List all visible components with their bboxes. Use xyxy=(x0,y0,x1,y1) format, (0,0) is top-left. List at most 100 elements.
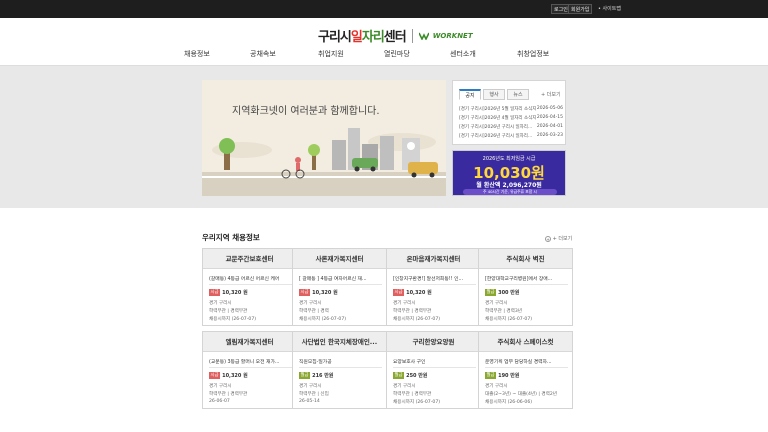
job-location: 경기 구리시 xyxy=(393,301,416,306)
job-description[interactable]: (갈매동) 4등급 어르신 어르신 케어 xyxy=(209,275,293,282)
jobs-more-link[interactable]: + + 더보기 xyxy=(545,235,572,242)
tab-notice[interactable]: 공지 xyxy=(459,89,481,100)
job-requirements: 학력무관 | 경력무관 xyxy=(209,392,248,397)
job-requirements: 학력무관 | 경력 xyxy=(299,309,329,314)
job-pay: 월급 190 만원 xyxy=(485,372,519,379)
pay-type-badge: 월급 xyxy=(299,372,311,379)
job-pay: 시급 10,320 원 xyxy=(209,289,248,296)
job-location: 경기 구리시 xyxy=(299,301,322,306)
job-location: 경기 구리시 xyxy=(299,384,322,389)
sitemap-link[interactable]: • 사이트맵 xyxy=(598,4,621,14)
divider xyxy=(393,284,476,285)
tab-events[interactable]: 행사 xyxy=(483,89,505,100)
section-title: 우리지역 채용정보 xyxy=(202,233,260,242)
notice-item[interactable]: [경기 구리시]2026년 구리시 일자리... 2026-04-01 xyxy=(459,124,563,130)
pay-type-badge: 시급 xyxy=(299,289,311,296)
job-company[interactable]: 교문주간보호센터 xyxy=(203,249,296,269)
pay-amount: 190 만원 xyxy=(498,373,520,379)
pay-type-badge: 월급 xyxy=(393,372,405,379)
job-description[interactable]: (교문동) 3등급 할머니 오전 재가... xyxy=(209,358,293,365)
job-deadline: 채용시까지 (26-07-07) xyxy=(299,317,347,322)
job-pay: 월급 300 만원 xyxy=(485,289,519,296)
job-description[interactable]: 직원모집-일가공 xyxy=(299,358,383,365)
pay-type-badge: 월급 xyxy=(485,289,497,296)
job-card[interactable]: 주식회사 스페이스컷운영기획 업무 담당하실 경력자... 월급 190 만원경기 … xyxy=(478,331,573,409)
job-company[interactable]: 사단법인 한국지체장애인... xyxy=(293,332,386,352)
pay-amount: 216 만원 xyxy=(312,373,334,379)
nav-item-employment-support[interactable]: 취업지원 xyxy=(318,49,344,59)
job-card[interactable]: 엘림재가복지센터 (교문동) 3등급 할머니 오전 재가... 시급 10,320 원… xyxy=(202,331,297,409)
job-requirements: 학력무관 | 신입 xyxy=(299,392,329,397)
worknet-logo-icon xyxy=(418,32,429,40)
pay-amount: 10,320 원 xyxy=(222,290,248,296)
notice-more-link[interactable]: + 더보기 xyxy=(541,91,561,98)
promo-heading: 2026년도 최저임금 시급 xyxy=(482,156,536,162)
pay-amount: 10,320 원 xyxy=(406,290,432,296)
job-location: 경기 구리시 xyxy=(209,384,232,389)
job-description[interactable]: [인창지구환경!] 알선저희동!! 인... xyxy=(393,275,477,282)
job-requirements: 대졸(2~3년) ~ 대졸(4년) | 경력2년 xyxy=(485,392,557,397)
pay-type-badge: 월급 xyxy=(485,372,497,379)
job-card[interactable]: 교문주간보호센터 (갈매동) 4등급 어르신 어르신 케어시급 10,320 원경기… xyxy=(202,248,297,326)
pay-amount: 10,320 원 xyxy=(312,290,338,296)
job-deadline: 26-06-07 xyxy=(209,399,230,404)
job-deadline: 채용시까지 (26-07-07) xyxy=(393,400,441,405)
divider xyxy=(485,367,568,368)
job-company[interactable]: 사론재가복지센터 xyxy=(293,249,386,269)
promo-monthly: 월 환산액 2,096,270원 xyxy=(476,182,542,189)
nav-item-jobs[interactable]: 채용정보 xyxy=(184,49,210,59)
job-location: 경기 구리시 xyxy=(485,384,508,389)
pay-amount: 300 만원 xyxy=(498,290,520,296)
logo-text: 구리시일자리센터 xyxy=(318,30,407,45)
job-company[interactable]: 구리한양요양원 xyxy=(387,332,480,352)
main-nav: 채용정보 공채속보 취업지원 열린마당 센터소개 취창업정보 xyxy=(0,49,768,63)
job-description[interactable]: [한양대학교구리병원]에서 장애... xyxy=(485,275,569,282)
notice-item[interactable]: [경기 구리시]2026년 구리시 일자리... 2026-03-23 xyxy=(459,133,563,139)
plus-circle-icon: + xyxy=(545,235,551,242)
job-pay: 시급 10,320 원 xyxy=(299,289,338,296)
job-card[interactable]: 구리한양요양원 요양보호사 구인 월급 250 만원 경기 구리시 학력무관 | 경력무관… xyxy=(386,331,481,409)
job-company[interactable]: 엘림재가복지센터 xyxy=(203,332,296,352)
banner-slogan: 지역화크넷이 여러분과 함께합니다. xyxy=(232,106,380,117)
site-logo[interactable]: 구리시일자리센터 WORKNET xyxy=(318,26,473,45)
nav-item-recruit-news[interactable]: 공채속보 xyxy=(250,49,276,59)
job-card[interactable]: 사론재가복지센터 [ 갈매동 ] 4등급 여자어르신 재... 시급 10,320 원… xyxy=(292,248,387,326)
join-link[interactable]: 회원가입 xyxy=(568,4,593,14)
notice-item[interactable]: [경기 구리시]2026년 4월 일자리 소식지 2026-04-15 xyxy=(459,115,563,121)
pay-amount: 250 만원 xyxy=(406,373,428,379)
job-requirements: 학력무관 | 경력무관 xyxy=(393,309,432,314)
nav-item-open-forum[interactable]: 열린마당 xyxy=(384,49,410,59)
job-company[interactable]: 주식회사 스페이스컷 xyxy=(479,332,572,352)
job-deadline: 채용시까지 (26-07-07) xyxy=(209,317,257,322)
pay-type-badge: 시급 xyxy=(209,289,221,296)
job-requirements: 학력무관 | 경력무관 xyxy=(209,309,248,314)
job-description[interactable]: 요양보호사 구인 xyxy=(393,358,477,365)
job-deadline: 채용시까지 (26-06-06) xyxy=(485,400,533,405)
worknet-logo-text: WORKNET xyxy=(432,31,473,40)
notice-item[interactable]: [경기 구리시]2026년 5월 일자리 소식지 2026-05-06 xyxy=(459,106,563,112)
divider xyxy=(299,284,382,285)
job-deadline: 26-05-14 xyxy=(299,399,320,404)
job-deadline: 채용시까지 (26-07-07) xyxy=(485,317,533,322)
job-company[interactable]: 온마음재가복지센터 xyxy=(387,249,480,269)
job-location: 경기 구리시 xyxy=(485,301,508,306)
job-card[interactable]: 주식회사 벽진 [한양대학교구리병원]에서 장애... 월급 300 만원경기 구리시… xyxy=(478,248,573,326)
main-banner[interactable]: 지역화크넷이 여러분과 함께합니다. xyxy=(202,80,446,196)
job-company[interactable]: 주식회사 벽진 xyxy=(479,249,572,269)
job-card[interactable]: 온마음재가복지센터 [인창지구환경!] 알선저희동!! 인... 시급 10,320 … xyxy=(386,248,481,326)
minimum-wage-banner[interactable]: 2026년도 최저임금 시급 10,030원 월 환산액 2,096,270원 … xyxy=(452,150,566,196)
nav-item-startup-info[interactable]: 취창업정보 xyxy=(517,49,549,59)
job-card[interactable]: 사단법인 한국지체장애인... 직원모집-일가공월급 216 만원경기 구리시학력무… xyxy=(292,331,387,409)
job-description[interactable]: [ 갈매동 ] 4등급 여자어르신 재... xyxy=(299,275,383,282)
logo-divider xyxy=(411,28,413,43)
top-utility-bar: 로그인 회원가입 • 사이트맵 xyxy=(0,0,768,18)
site-header: 구리시일자리센터 WORKNET 채용정보 공채속보 취업지원 열린마당 센터소… xyxy=(0,18,768,66)
job-description[interactable]: 운영기획 업무 담당하실 경력자... xyxy=(485,358,569,365)
tab-news[interactable]: 뉴스 xyxy=(507,89,529,100)
job-location: 경기 구리시 xyxy=(209,301,232,306)
divider xyxy=(393,367,476,368)
job-pay: 시급 10,320 원 xyxy=(393,289,432,296)
nav-item-center-intro[interactable]: 센터소개 xyxy=(450,49,476,59)
job-deadline: 채용시까지 (26-07-07) xyxy=(393,317,441,322)
job-pay: 월급 216 만원 xyxy=(299,372,333,379)
